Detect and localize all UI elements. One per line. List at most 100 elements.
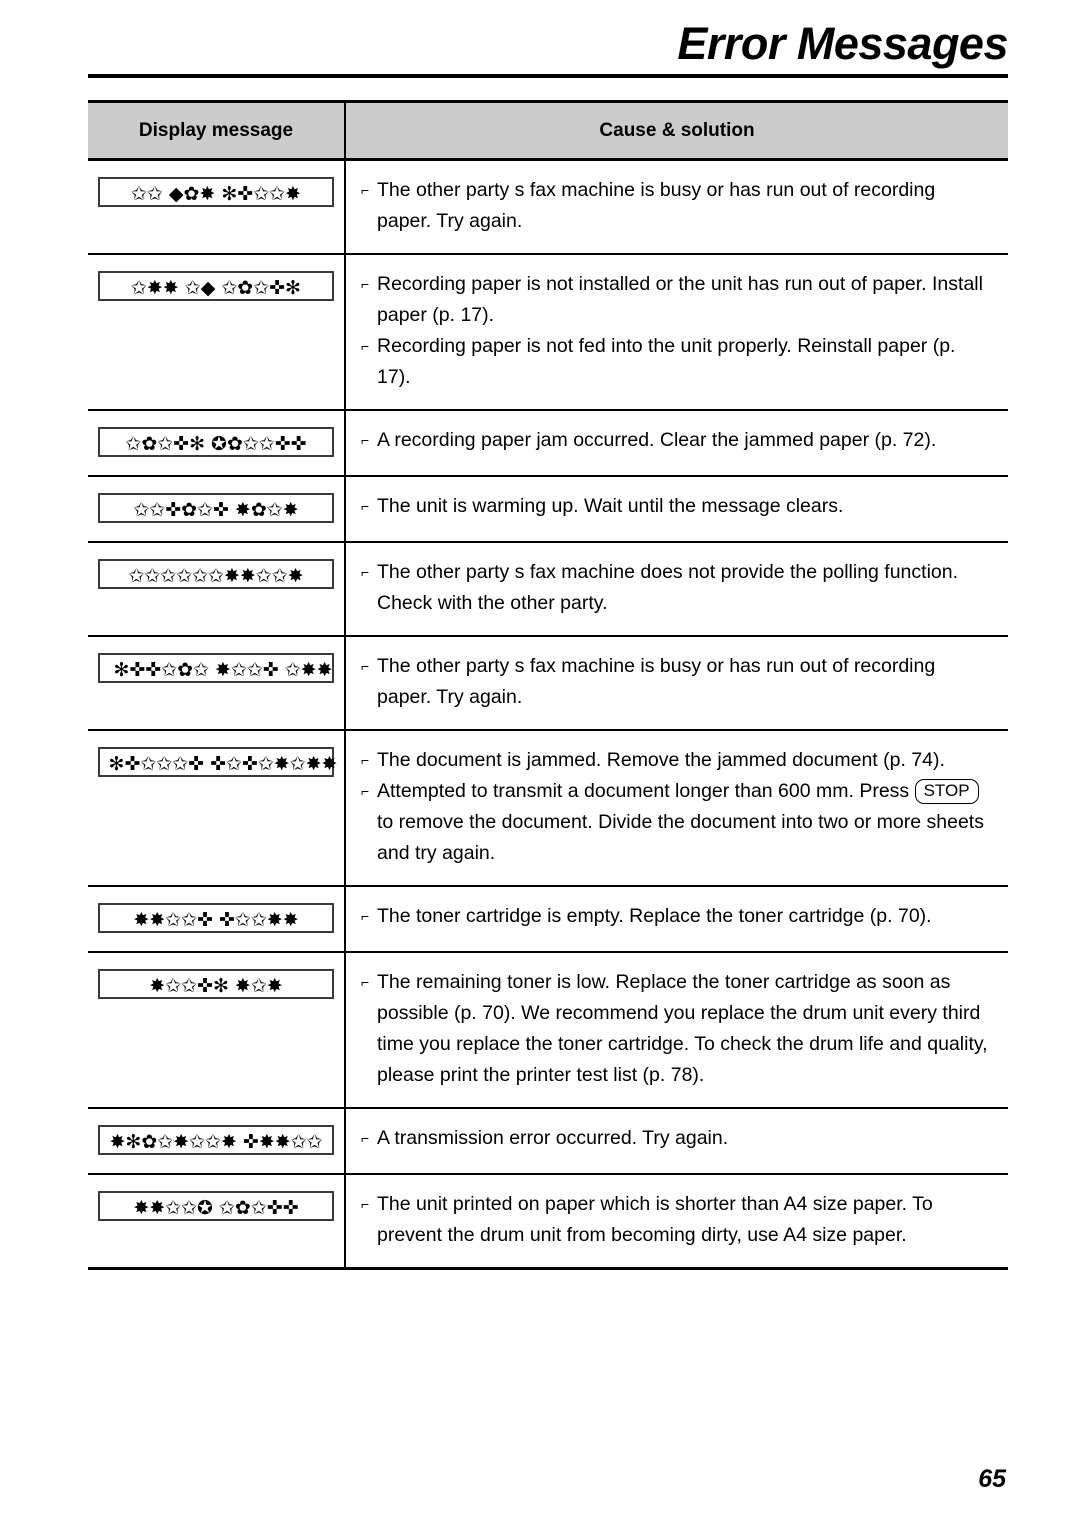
cause-solution-cell: ⌐ The other party s fax machine is busy o… <box>345 636 1008 731</box>
cause-solution-list: ⌐ The document is jammed. Remove the jamm… <box>360 745 994 869</box>
bullet-icon: ⌐ <box>361 338 370 354</box>
lcd-display-box: ✸✸✩✩✪ ✩✿✩✜✜ <box>98 1191 334 1221</box>
bullet-icon: ⌐ <box>361 564 370 580</box>
cause-solution-cell: ⌐ The toner cartridge is empty. Replace t… <box>345 886 1008 953</box>
table-body: ✩✩ ◆✿✸ ✻✜✩✩✸ ⌐ The other party s fax machi… <box>88 159 1008 1270</box>
list-item: ⌐ Recording paper is not installed or the… <box>360 269 994 331</box>
lcd-display-glyphs: ✩✸✸ ✩◆ ✩✿✩✜✻ <box>131 277 301 299</box>
bullet-icon: ⌐ <box>361 182 370 198</box>
bullet-icon: ⌐ <box>361 1130 370 1146</box>
cause-solution-cell: ⌐ The other party s fax machine does not … <box>345 542 1008 637</box>
cause-text: The remaining toner is low. Replace the … <box>377 971 988 1086</box>
cause-solution-list: ⌐ A recording paper jam occurred. Clear t… <box>360 425 994 456</box>
cause-text: A recording paper jam occurred. Clear th… <box>377 429 937 451</box>
cause-solution-cell: ⌐ The unit printed on paper which is shor… <box>345 1174 1008 1270</box>
cause-solution-cell: ⌐ The document is jammed. Remove the jamm… <box>345 730 1008 887</box>
lcd-display-box: ✩✿✩✜✻ ✪✿✩✩✜✜ <box>98 427 334 457</box>
display-message-cell: ✻✜✜✩✿✩ ✸✩✩✜ ✩✸✸ <box>88 636 346 731</box>
bullet-icon: ⌐ <box>361 498 370 514</box>
cause-text-after-key: to remove the document. Divide the docum… <box>377 811 984 864</box>
lcd-display-box: ✩✩ ◆✿✸ ✻✜✩✩✸ <box>98 177 334 207</box>
cause-solution-cell: ⌐ A recording paper jam occurred. Clear t… <box>345 410 1008 477</box>
cause-text: The other party s fax machine is busy or… <box>377 655 936 708</box>
cause-solution-list: ⌐ The remaining toner is low. Replace the… <box>360 967 994 1091</box>
lcd-display-box: ✻✜✩✩✩✜ ✜✩✜✩✸✩✸✸ <box>98 747 337 777</box>
lcd-display-glyphs: ✻✜✜✩✿✩ ✸✩✩✜ ✩✸✸ <box>113 659 333 681</box>
cause-solution-cell: ⌐ A transmission error occurred. Try agai… <box>345 1108 1008 1175</box>
cause-solution-cell: ⌐ The other party s fax machine is busy o… <box>345 159 1008 255</box>
lcd-display-box: ✩✩✜✿✩✜ ✸✿✩✸ <box>98 493 334 523</box>
bullet-icon: ⌐ <box>361 783 370 799</box>
list-item: ⌐ The toner cartridge is empty. Replace t… <box>360 901 994 932</box>
display-message-cell: ✩✩✩✩✩✩✸✸✩✩✸ <box>88 542 346 637</box>
table-row: ✸✸✩✩✪ ✩✿✩✜✜ ⌐ The unit printed on paper wh… <box>88 1174 1008 1270</box>
list-item: ⌐ The other party s fax machine does not … <box>360 557 994 619</box>
cause-solution-list: ⌐ The other party s fax machine is busy o… <box>360 651 994 713</box>
lcd-display-glyphs: ✩✩✩✩✩✩✸✸✩✩✸ <box>128 565 304 587</box>
title-divider <box>88 74 1008 78</box>
display-message-cell: ✸✻✿✩✸✩✩✸ ✜✸✸✩✩ <box>88 1108 346 1175</box>
list-item: ⌐ A transmission error occurred. Try agai… <box>360 1123 994 1154</box>
table-row: ✩✩✩✩✩✩✸✸✩✩✸ ⌐ The other party s fax machin… <box>88 542 1008 637</box>
table-row: ✩✿✩✜✻ ✪✿✩✩✜✜ ⌐ A recording paper jam occur… <box>88 410 1008 477</box>
lcd-display-glyphs: ✸✸✩✩✪ ✩✿✩✜✜ <box>133 1197 299 1219</box>
lcd-display-glyphs: ✸✻✿✩✸✩✩✸ ✜✸✸✩✩ <box>109 1131 323 1153</box>
bullet-icon: ⌐ <box>361 974 370 990</box>
cause-solution-list: ⌐ Recording paper is not installed or the… <box>360 269 994 393</box>
cause-solution-list: ⌐ A transmission error occurred. Try agai… <box>360 1123 994 1154</box>
lcd-display-box: ✻✜✜✩✿✩ ✸✩✩✜ ✩✸✸ <box>98 653 334 683</box>
page-title: Error Messages <box>677 18 1008 69</box>
table-row: ✩✩ ◆✿✸ ✻✜✩✩✸ ⌐ The other party s fax machi… <box>88 159 1008 255</box>
list-item: ⌐ The remaining toner is low. Replace the… <box>360 967 994 1091</box>
cause-text: The other party s fax machine is busy or… <box>377 179 936 232</box>
cause-text: The toner cartridge is empty. Replace th… <box>377 905 932 927</box>
list-item: ⌐ The other party s fax machine is busy o… <box>360 175 994 237</box>
lcd-display-glyphs: ✸✩✩✜✻ ✸✩✸ <box>149 975 283 997</box>
table-row: ✩✸✸ ✩◆ ✩✿✩✜✻ ⌐ Recording paper is not inst… <box>88 254 1008 411</box>
column-header-display-message: Display message <box>88 100 346 161</box>
lcd-display-glyphs: ✩✩✜✿✩✜ ✸✿✩✸ <box>133 499 299 521</box>
table-row: ✩✩✜✿✩✜ ✸✿✩✸ ⌐ The unit is warming up. Wait… <box>88 476 1008 543</box>
list-item: ⌐ The unit printed on paper which is shor… <box>360 1189 994 1251</box>
lcd-display-glyphs: ✸✸✩✩✜ ✜✩✩✸✸ <box>133 909 299 931</box>
cause-solution-list: ⌐ The unit printed on paper which is shor… <box>360 1189 994 1251</box>
list-item: ⌐ The document is jammed. Remove the jamm… <box>360 745 994 776</box>
bullet-icon: ⌐ <box>361 1196 370 1212</box>
bullet-icon: ⌐ <box>361 276 370 292</box>
list-item: ⌐ A recording paper jam occurred. Clear t… <box>360 425 994 456</box>
cause-text: A transmission error occurred. Try again… <box>377 1127 729 1149</box>
cause-text: The unit printed on paper which is short… <box>377 1193 933 1246</box>
lcd-display-glyphs: ✻✜✩✩✩✜ ✜✩✜✩✸✩✸✸ <box>108 753 338 775</box>
cause-solution-cell: ⌐ Recording paper is not installed or the… <box>345 254 1008 411</box>
display-message-cell: ✩✿✩✜✻ ✪✿✩✩✜✜ <box>88 410 346 477</box>
display-message-cell: ✸✸✩✩✪ ✩✿✩✜✜ <box>88 1174 346 1270</box>
list-item: ⌐ Attempted to transmit a document longer… <box>360 776 994 869</box>
cause-solution-list: ⌐ The other party s fax machine does not … <box>360 557 994 619</box>
display-message-cell: ✻✜✩✩✩✜ ✜✩✜✩✸✩✸✸ <box>88 730 346 887</box>
cause-text-before-key: Attempted to transmit a document longer … <box>377 780 915 802</box>
cause-solution-list: ⌐ The other party s fax machine is busy o… <box>360 175 994 237</box>
cause-solution-cell: ⌐ The remaining toner is low. Replace the… <box>345 952 1008 1109</box>
page-header: Error Messages <box>88 18 1009 78</box>
list-item: ⌐ Recording paper is not fed into the uni… <box>360 331 994 393</box>
lcd-display-box: ✩✩✩✩✩✩✸✸✩✩✸ <box>98 559 334 589</box>
lcd-display-glyphs: ✩✿✩✜✻ ✪✿✩✩✜✜ <box>125 433 307 455</box>
error-messages-table: Display message Cause & solution ✩✩ ◆✿✸ … <box>88 100 1008 1270</box>
table-row: ✻✜✜✩✿✩ ✸✩✩✜ ✩✸✸ ⌐ The other party s fax ma… <box>88 636 1008 731</box>
cause-text: The unit is warming up. Wait until the m… <box>377 495 844 517</box>
cause-solution-list: ⌐ The toner cartridge is empty. Replace t… <box>360 901 994 932</box>
lcd-display-box: ✸✩✩✜✻ ✸✩✸ <box>98 969 334 999</box>
table-header-row: Display message Cause & solution <box>88 100 1008 161</box>
bullet-icon: ⌐ <box>361 658 370 674</box>
stop-key-graphic[interactable]: STOP <box>914 779 979 804</box>
bullet-icon: ⌐ <box>361 908 370 924</box>
table-row: ✸✩✩✜✻ ✸✩✸ ⌐ The remaining toner is low. Re… <box>88 952 1008 1109</box>
display-message-cell: ✸✩✩✜✻ ✸✩✸ <box>88 952 346 1109</box>
list-item: ⌐ The unit is warming up. Wait until the … <box>360 491 994 522</box>
cause-solution-list: ⌐ The unit is warming up. Wait until the … <box>360 491 994 522</box>
cause-text: Recording paper is not fed into the unit… <box>377 335 956 388</box>
lcd-display-box: ✸✸✩✩✜ ✜✩✩✸✸ <box>98 903 334 933</box>
lcd-display-box: ✸✻✿✩✸✩✩✸ ✜✸✸✩✩ <box>98 1125 334 1155</box>
display-message-cell: ✩✩ ◆✿✸ ✻✜✩✩✸ <box>88 159 346 255</box>
table-row: ✸✻✿✩✸✩✩✸ ✜✸✸✩✩ ⌐ A transmission error occu… <box>88 1108 1008 1175</box>
